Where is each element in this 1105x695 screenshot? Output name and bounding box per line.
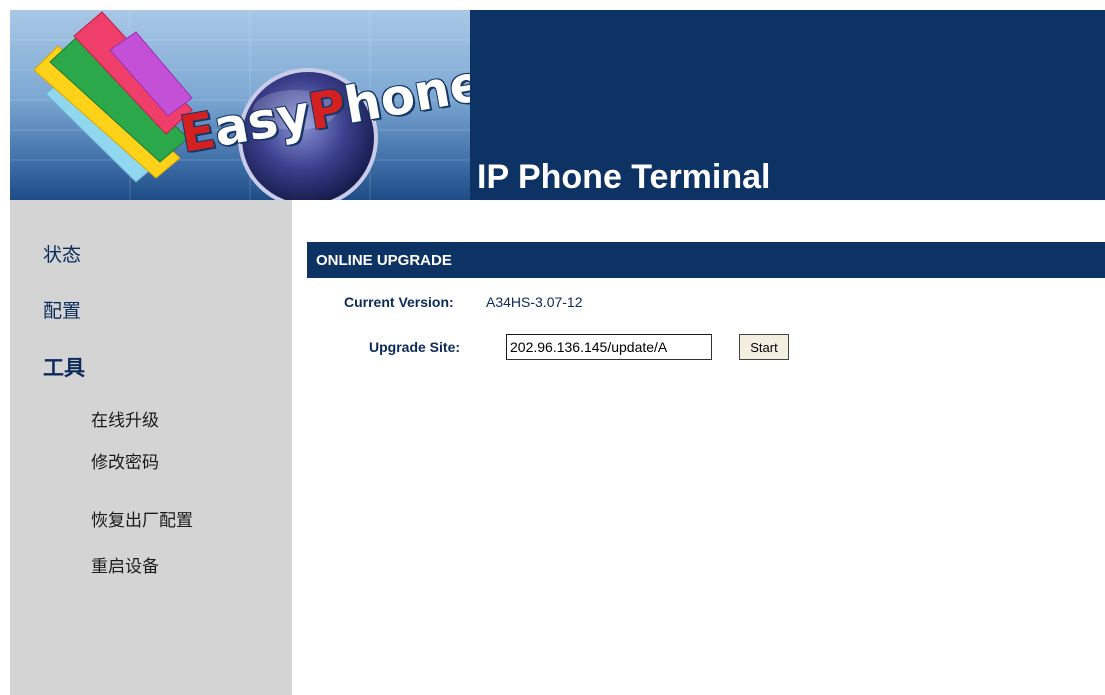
current-version-value: A34HS-3.07-12 [486,294,583,310]
upgrade-site-label: Upgrade Site: [369,339,461,355]
sidebar-subitem-change-password[interactable]: 修改密码 [91,448,159,473]
easyphone-logo: EasyPhone [10,10,470,200]
sidebar: 状态 配置 工具 在线升级 修改密码 恢复出厂配置 重启设备 [10,200,292,695]
sidebar-subitem-online-upgrade[interactable]: 在线升级 [91,406,159,431]
sidebar-item-config[interactable]: 配置 [43,296,81,323]
header-banner: EasyPhone IP Phone Terminal [10,10,1105,200]
upgrade-site-input[interactable] [506,334,712,360]
page-title: IP Phone Terminal [477,158,771,196]
sidebar-item-status[interactable]: 状态 [43,240,81,267]
sidebar-subitem-factory-reset[interactable]: 恢复出厂配置 [91,506,193,531]
sidebar-item-tools[interactable]: 工具 [43,352,85,382]
page: EasyPhone IP Phone Terminal 状态 配置 工具 在线升… [0,0,1105,695]
section-header-bar: ONLINE UPGRADE [307,242,1105,278]
current-version-label: Current Version: [344,294,454,310]
start-button[interactable]: Start [739,334,789,360]
sidebar-subitem-reboot[interactable]: 重启设备 [91,552,159,577]
section-title: ONLINE UPGRADE [316,252,452,269]
